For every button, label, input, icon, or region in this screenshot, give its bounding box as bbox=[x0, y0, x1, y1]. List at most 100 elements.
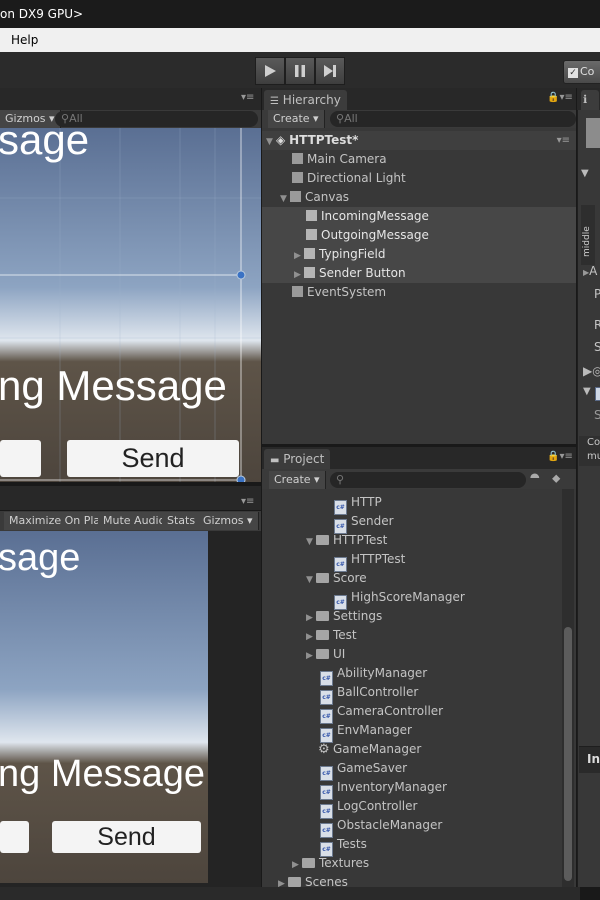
component-toggle-icon[interactable]: ▶◎ bbox=[583, 364, 600, 378]
hierarchy-item[interactable]: Directional Light bbox=[262, 169, 576, 188]
game-gizmos-dropdown[interactable]: Gizmos ▾ bbox=[198, 512, 259, 530]
inspector-mu-label: mu bbox=[587, 451, 600, 462]
project-item-label: CameraController bbox=[337, 704, 444, 718]
project-item-label: Textures bbox=[319, 856, 370, 870]
hierarchy-item[interactable]: OutgoingMessage bbox=[262, 226, 576, 245]
info-icon: ℹ bbox=[583, 93, 588, 106]
project-item[interactable]: c# Sender bbox=[334, 512, 394, 534]
play-button[interactable] bbox=[255, 57, 285, 85]
project-item[interactable]: c# HTTP bbox=[334, 493, 382, 515]
scene-search-input[interactable]: ⚲All bbox=[55, 111, 258, 127]
expand-arrow-icon[interactable]: ▶ bbox=[306, 647, 316, 666]
project-item[interactable]: c# LogController bbox=[320, 797, 417, 819]
project-item-label: UI bbox=[333, 647, 346, 661]
scene-viewport[interactable]: sage ng Message Send bbox=[0, 128, 261, 482]
project-folder[interactable]: ▶ Textures bbox=[292, 854, 369, 873]
hierarchy-tab[interactable]: ☰ Hierarchy bbox=[264, 90, 347, 112]
scene-title-text: sage bbox=[0, 128, 90, 163]
scene-root-row[interactable]: ▼ ◈ HTTPTest* ▾≡ bbox=[262, 131, 576, 150]
project-item[interactable]: c# AbilityManager bbox=[320, 664, 427, 686]
game-send-button[interactable]: Send bbox=[52, 821, 201, 853]
project-item-label: GameManager bbox=[333, 742, 422, 756]
menu-help[interactable]: Help bbox=[11, 33, 38, 47]
hierarchy-item[interactable]: ▶ Sender Button bbox=[262, 264, 576, 283]
project-lock-icon[interactable]: 🔒▾≡ bbox=[547, 451, 573, 462]
scene-input-field[interactable] bbox=[0, 440, 41, 477]
gear-icon: ⚙ bbox=[318, 742, 330, 757]
search-icon: ⚲ bbox=[336, 473, 345, 486]
project-item[interactable]: c# EnvManager bbox=[320, 721, 412, 743]
project-item[interactable]: c# HighScoreManager bbox=[334, 588, 465, 610]
add-component-area[interactable]: Co mu bbox=[579, 436, 600, 466]
hierarchy-item[interactable]: Main Camera bbox=[262, 150, 576, 169]
hierarchy-item[interactable]: IncomingMessage bbox=[262, 207, 576, 226]
step-button[interactable] bbox=[315, 57, 345, 85]
hierarchy-item[interactable]: ▼ Canvas bbox=[262, 188, 576, 207]
collapse-arrow-icon[interactable]: ▼ bbox=[306, 533, 316, 552]
foldout-arrow-icon[interactable]: ▼ bbox=[581, 168, 589, 179]
inspector-footer: In bbox=[579, 746, 600, 773]
project-item[interactable]: c# BallController bbox=[320, 683, 418, 705]
scene-name: HTTPTest* bbox=[289, 133, 359, 147]
project-tab[interactable]: ▬ Project bbox=[264, 449, 331, 471]
scene-send-button[interactable]: Send bbox=[67, 440, 239, 477]
project-folder[interactable]: ▼ HTTPTest bbox=[306, 531, 387, 550]
pause-icon bbox=[295, 65, 305, 77]
inspector-co-label: Co bbox=[587, 437, 600, 448]
project-item[interactable]: ⚙ GameManager bbox=[318, 740, 421, 759]
hierarchy-item-label: Main Camera bbox=[307, 152, 387, 166]
game-tabbar bbox=[0, 486, 261, 510]
lock-icon[interactable]: 🔒▾≡ bbox=[547, 92, 573, 103]
panel-menu-icon[interactable]: ▾≡ bbox=[241, 92, 254, 103]
project-item[interactable]: c# Tests bbox=[320, 835, 367, 857]
filter-type-icon[interactable]: ⯊ bbox=[530, 471, 540, 486]
hierarchy-item-label: IncomingMessage bbox=[321, 209, 429, 223]
project-item-label: InventoryManager bbox=[337, 780, 447, 794]
filter-label-icon[interactable]: ⬥ bbox=[552, 471, 560, 486]
scene-search-placeholder: All bbox=[69, 112, 83, 125]
scene-gizmos-dropdown[interactable]: Gizmos ▾ bbox=[0, 110, 61, 128]
maximize-on-play-toggle[interactable]: Maximize On Play bbox=[4, 512, 113, 530]
project-folder[interactable]: ▶ Test bbox=[306, 626, 357, 645]
inspector-footer-label: In bbox=[587, 752, 600, 766]
hierarchy-item[interactable]: EventSystem bbox=[262, 283, 576, 302]
hierarchy-item[interactable]: ▶ TypingField bbox=[262, 245, 576, 264]
game-viewport[interactable]: sage ng Message Send bbox=[0, 531, 208, 883]
project-item[interactable]: c# ObstacleManager bbox=[320, 816, 442, 838]
component-foldout-icon[interactable]: ▼ bbox=[583, 386, 591, 397]
pause-button[interactable] bbox=[285, 57, 315, 85]
hierarchy-create-dropdown[interactable]: Create ▾ bbox=[268, 110, 325, 128]
anchor-preset-box[interactable]: middle bbox=[581, 205, 595, 265]
scene-grid bbox=[0, 128, 261, 482]
project-folder[interactable]: ▶ UI bbox=[306, 645, 345, 664]
project-search-input[interactable]: ⚲ bbox=[330, 472, 526, 488]
project-item[interactable]: c# GameSaver bbox=[320, 759, 407, 781]
hierarchy-item-label: OutgoingMessage bbox=[321, 228, 429, 242]
hierarchy-search-input[interactable]: ⚲All bbox=[330, 111, 576, 127]
project-item[interactable]: c# InventoryManager bbox=[320, 778, 447, 800]
window-title-bar: on DX9 GPU> bbox=[0, 0, 600, 28]
game-gizmos-label: Gizmos bbox=[203, 514, 244, 527]
mute-audio-toggle[interactable]: Mute Audio bbox=[98, 512, 172, 530]
stats-toggle[interactable]: Stats bbox=[162, 512, 202, 530]
project-item[interactable]: c# HTTPTest bbox=[334, 550, 406, 572]
project-folder[interactable]: ▼ Score bbox=[306, 569, 367, 588]
inspector-tab[interactable]: ℹ bbox=[581, 90, 599, 110]
scene-menu-icon[interactable]: ▾≡ bbox=[557, 131, 570, 150]
project-item-label: HighScoreManager bbox=[351, 590, 465, 604]
game-input-field[interactable] bbox=[0, 821, 29, 853]
folder-icon bbox=[288, 877, 301, 887]
collapse-arrow-icon[interactable]: ▼ bbox=[306, 571, 316, 590]
project-item[interactable]: c# CameraController bbox=[320, 702, 444, 724]
hierarchy-item-label: TypingField bbox=[319, 247, 386, 261]
project-folder[interactable]: ▶ Settings bbox=[306, 607, 382, 626]
project-item-label: HTTPTest bbox=[351, 552, 406, 566]
project-scrollbar[interactable] bbox=[562, 489, 574, 889]
collab-button[interactable]: ✓ Co bbox=[563, 60, 600, 84]
folder-icon bbox=[316, 630, 329, 640]
project-scrollbar-thumb[interactable] bbox=[564, 627, 572, 881]
game-panel-menu-icon[interactable]: ▾≡ bbox=[241, 496, 254, 507]
game-title-text: sage bbox=[0, 537, 81, 579]
gameobject-icon bbox=[306, 210, 317, 221]
project-create-dropdown[interactable]: Create ▾ bbox=[269, 471, 326, 489]
